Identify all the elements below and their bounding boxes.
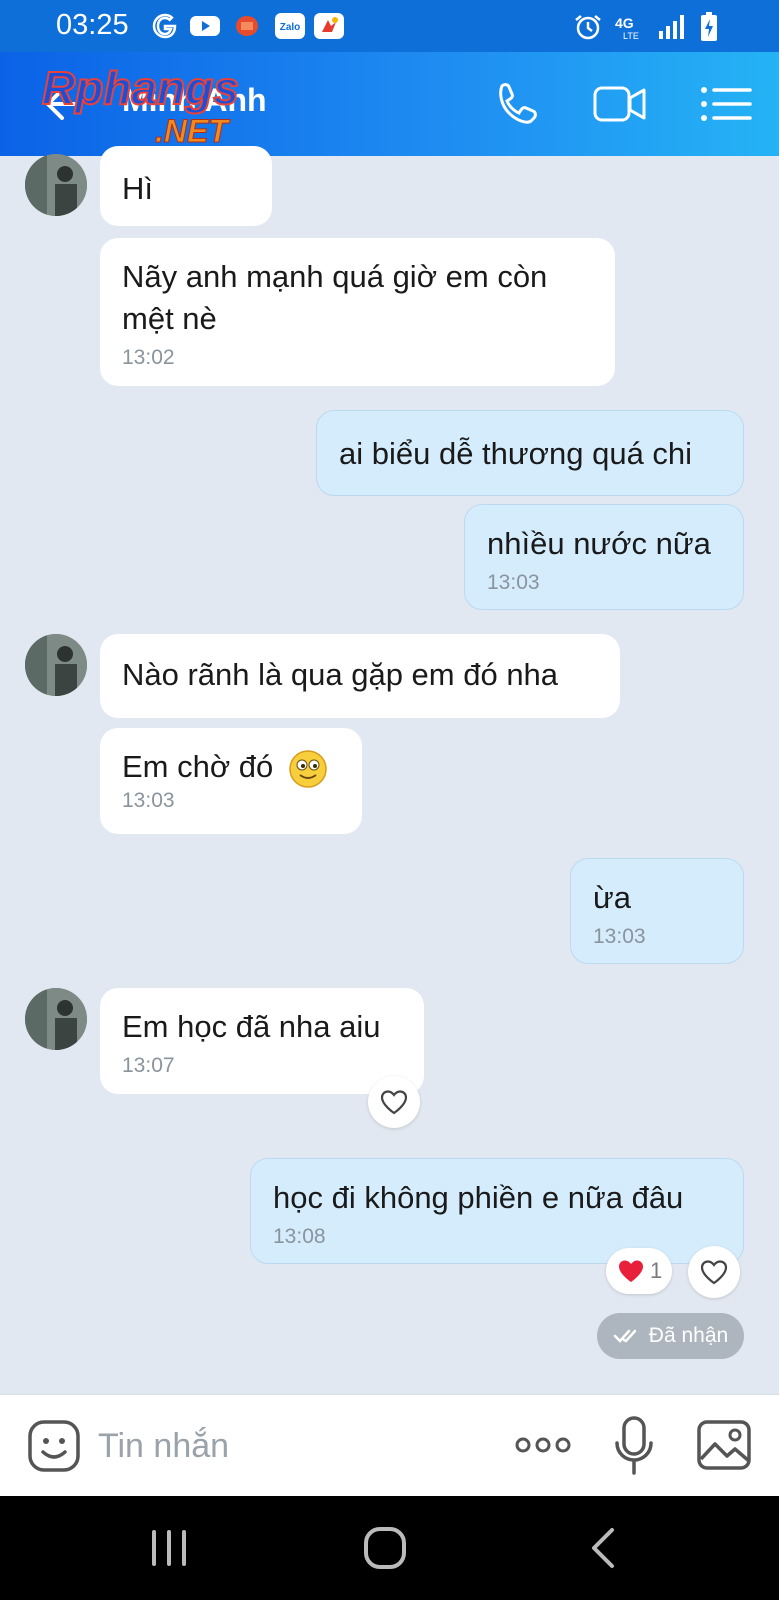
message-list[interactable]: Hì Nãy anh mạnh quá giờ em còn mệt nè 13… xyxy=(0,146,779,1394)
more-options-icon[interactable] xyxy=(513,1425,573,1465)
recent-apps-icon[interactable] xyxy=(144,1524,194,1572)
svg-text:Zalo: Zalo xyxy=(280,22,301,33)
youtube-icon xyxy=(190,16,220,36)
message-time: 13:03 xyxy=(487,571,540,594)
reaction-count: 1 xyxy=(650,1258,663,1283)
avatar[interactable] xyxy=(25,988,87,1050)
app-icon xyxy=(314,13,344,39)
double-check-icon xyxy=(613,1329,637,1343)
google-icon xyxy=(152,13,177,39)
message-bubble-incoming[interactable]: Em học đã nha aiu 13:07 xyxy=(100,988,424,1094)
message-bubble-outgoing[interactable]: ai biểu dễ thương quá chi xyxy=(316,410,744,496)
heart-outline-icon xyxy=(380,1090,408,1115)
image-gallery-icon[interactable] xyxy=(696,1419,752,1471)
avatar[interactable] xyxy=(25,154,87,216)
svg-text:LTE: LTE xyxy=(623,31,639,41)
like-reaction-button[interactable] xyxy=(368,1076,420,1128)
message-text: ai biểu dễ thương quá chi xyxy=(339,436,693,471)
received-status-text: Đã nhận xyxy=(648,1324,729,1347)
message-bubble-incoming[interactable]: Nào rãnh là qua gặp em đó nha xyxy=(100,634,620,718)
red-app-icon xyxy=(236,16,258,36)
message-bubble-outgoing[interactable]: nhìều nước nữa 13:03 xyxy=(464,504,744,610)
network-4g-icon: 4GLTE xyxy=(615,15,639,41)
message-text: nhìều nước nữa xyxy=(487,526,711,561)
status-time: 03:25 xyxy=(56,9,129,41)
message-text: Em chờ đó xyxy=(122,749,274,784)
red-heart-icon xyxy=(619,1260,643,1282)
reaction-count-badge[interactable]: 1 xyxy=(606,1248,673,1294)
battery-charging-icon xyxy=(701,12,717,41)
message-time: 13:03 xyxy=(593,925,646,948)
message-text: Nào rãnh là qua gặp em đó nha xyxy=(122,657,559,692)
svg-text:4G: 4G xyxy=(615,15,634,31)
message-time: 13:08 xyxy=(273,1225,326,1248)
alarm-icon xyxy=(575,15,601,40)
message-text: học đi không phiền e nữa đâu xyxy=(273,1180,684,1215)
like-reaction-button[interactable] xyxy=(688,1246,740,1298)
avatar[interactable] xyxy=(25,634,87,696)
chat-header: Minh Anh Rphangs .NET xyxy=(0,52,779,156)
message-bubble-incoming[interactable]: Hì xyxy=(100,146,272,226)
message-input[interactable] xyxy=(98,1419,478,1473)
message-text: ừa xyxy=(593,880,631,915)
message-time: 13:02 xyxy=(122,346,175,369)
svg-text:.NET: .NET xyxy=(155,113,230,149)
status-bar: 03:25 Zalo 4G LTE xyxy=(0,0,779,52)
svg-text:Rphangs: Rphangs xyxy=(42,62,239,114)
message-composer xyxy=(0,1394,779,1496)
message-bubble-incoming[interactable]: Nãy anh mạnh quá giờ em còn mệt nè 13:02 xyxy=(100,238,615,386)
signal-icon xyxy=(659,15,684,39)
message-bubble-outgoing[interactable]: học đi không phiền e nữa đâu 13:08 xyxy=(250,1158,744,1264)
message-text: Hì xyxy=(122,171,153,206)
message-text: Em học đã nha aiu xyxy=(122,1009,381,1044)
microphone-icon[interactable] xyxy=(612,1415,656,1477)
watermark-logo: Rphangs .NET xyxy=(41,61,240,150)
zalo-icon: Zalo xyxy=(275,13,305,39)
smiley-emoji-icon xyxy=(289,750,327,788)
message-bubble-outgoing[interactable]: ừa 13:03 xyxy=(570,858,744,964)
received-status-badge: Đã nhận xyxy=(597,1313,744,1359)
system-navigation-bar xyxy=(0,1496,779,1600)
menu-icon[interactable] xyxy=(700,78,756,130)
message-time: 13:03 xyxy=(122,788,175,812)
emoji-sticker-icon[interactable] xyxy=(27,1419,81,1473)
message-time: 13:07 xyxy=(122,1054,175,1077)
heart-outline-icon xyxy=(700,1260,728,1285)
message-bubble-incoming[interactable]: Em chờ đó 13:03 xyxy=(100,728,362,834)
phone-icon[interactable] xyxy=(492,78,548,130)
back-nav-icon[interactable] xyxy=(580,1524,630,1572)
message-text: Nãy anh mạnh quá giờ em còn mệt nè xyxy=(122,259,548,336)
home-icon[interactable] xyxy=(360,1524,410,1572)
video-call-icon[interactable] xyxy=(592,78,648,130)
